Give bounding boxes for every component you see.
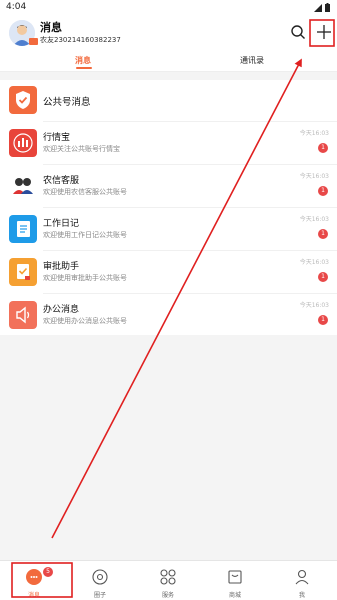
list-item-title: 工作日记 <box>43 219 80 229</box>
speaker-icon <box>9 301 37 329</box>
unread-badge: 1 <box>318 272 328 282</box>
list-item-subtitle: 欢迎关注公共账号行情宝 <box>43 145 120 153</box>
status-icons <box>314 3 330 12</box>
list-item-time: 今天16:03 <box>299 216 329 223</box>
battery-icon <box>325 3 330 12</box>
list-item-subtitle: 欢迎使用办公消息公共账号 <box>43 317 127 325</box>
plus-icon[interactable] <box>313 21 335 43</box>
user-id: 农友230214160382237 <box>40 36 121 44</box>
bottom-nav: 5 消息 圈子 服务 商城 我 <box>0 560 337 600</box>
unread-badge: 1 <box>318 229 328 239</box>
list-item-time: 今天16:03 <box>299 302 329 309</box>
nav-item-services[interactable]: 服务 <box>138 561 198 600</box>
shop-icon <box>228 570 242 584</box>
circle-icon <box>92 569 108 585</box>
list-item-time: 今天16:03 <box>299 130 329 137</box>
nav-label: 我 <box>298 592 305 599</box>
status-time: 4:04 <box>6 2 27 12</box>
list-item[interactable]: 办公消息 欢迎使用办公消息公共账号 今天16:03 1 <box>0 295 337 337</box>
active-tab-indicator <box>76 67 92 69</box>
divider <box>43 207 337 208</box>
divider <box>43 250 337 251</box>
grid-icon <box>160 569 176 585</box>
nav-item-me[interactable]: 我 <box>272 561 332 600</box>
unread-badge: 1 <box>318 186 328 196</box>
nav-item-shop[interactable]: 商城 <box>205 561 265 600</box>
list-item-title: 公共号消息 <box>43 97 91 108</box>
market-chart-icon <box>9 129 37 157</box>
list-item-title: 农信客服 <box>43 176 80 186</box>
list-item-title: 审批助手 <box>43 262 80 272</box>
nav-label: 商城 <box>228 592 241 599</box>
tab-bar: 消息 通讯录 <box>0 50 337 72</box>
nav-label: 服务 <box>161 592 174 599</box>
tab-messages[interactable]: 消息 <box>75 55 91 66</box>
signal-icon <box>314 3 322 12</box>
list-item[interactable]: 工作日记 欢迎使用工作日记公共账号 今天16:03 1 <box>0 209 337 251</box>
list-item-title: 行情宝 <box>43 133 71 143</box>
header: 消息 农友230214160382237 <box>0 16 337 50</box>
page-title: 消息 <box>40 21 62 34</box>
nav-item-circle[interactable]: 圈子 <box>70 561 130 600</box>
verified-account-icon <box>9 86 37 114</box>
status-bar: 4:04 <box>0 0 337 16</box>
list-item-subtitle: 欢迎使用审批助手公共账号 <box>43 274 127 282</box>
list-item[interactable]: 审批助手 欢迎使用审批助手公共账号 今天16:03 1 <box>0 252 337 294</box>
list-item[interactable]: 行情宝 欢迎关注公共账号行情宝 今天16:03 1 <box>0 123 337 165</box>
user-icon <box>295 569 309 585</box>
divider <box>43 164 337 165</box>
chat-bubble-icon <box>26 569 42 585</box>
nav-badge: 5 <box>43 567 53 577</box>
unread-badge: 1 <box>318 143 328 153</box>
nav-label: 圈子 <box>93 592 106 599</box>
tab-contacts[interactable]: 通讯录 <box>240 55 264 66</box>
list-item[interactable]: 农信客服 欢迎使用农信客服公共账号 今天16:03 1 <box>0 166 337 208</box>
list-item-time: 今天16:03 <box>299 259 329 266</box>
approval-icon <box>9 258 37 286</box>
customer-service-icon <box>9 172 37 200</box>
unread-badge: 1 <box>318 315 328 325</box>
list-item[interactable]: 公共号消息 <box>0 80 337 122</box>
divider <box>43 121 337 122</box>
list-item-subtitle: 欢迎使用工作日记公共账号 <box>43 231 127 239</box>
message-list: 公共号消息 行情宝 欢迎关注公共账号行情宝 今天16:03 1 农信客服 欢迎使… <box>0 80 337 335</box>
list-item-title: 办公消息 <box>43 305 80 315</box>
list-item-time: 今天16:03 <box>299 173 329 180</box>
notebook-icon <box>9 215 37 243</box>
divider <box>43 293 337 294</box>
search-icon[interactable] <box>290 24 306 40</box>
avatar-badge <box>29 38 38 45</box>
nav-item-messages[interactable]: 5 消息 <box>4 561 64 600</box>
list-item-subtitle: 欢迎使用农信客服公共账号 <box>43 188 127 196</box>
nav-label: 消息 <box>27 592 40 599</box>
